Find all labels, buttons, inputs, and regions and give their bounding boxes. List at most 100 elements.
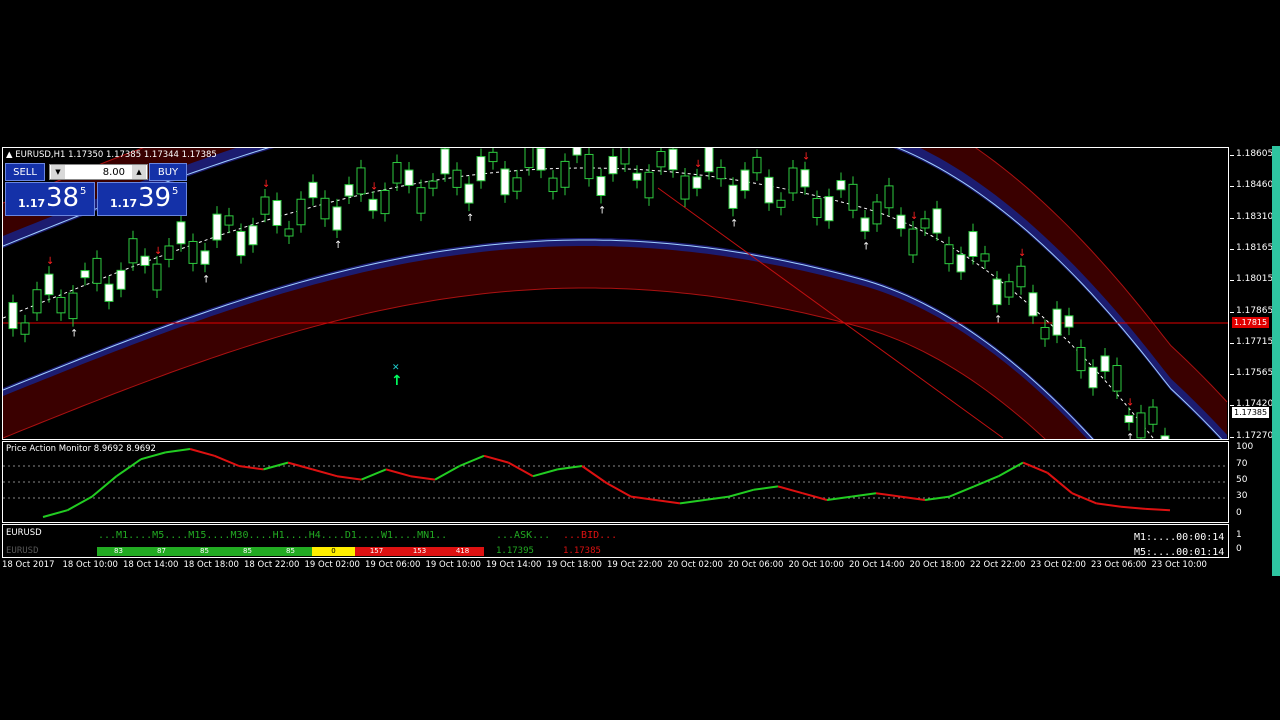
time-axis[interactable]: 18 Oct 2017 18 Oct 10:00 18 Oct 14:00 18 Oc… bbox=[0, 560, 1230, 574]
candle-body bbox=[752, 156, 762, 174]
indicator-line-segment bbox=[1120, 505, 1146, 510]
sell-button[interactable]: SELL bbox=[5, 163, 45, 181]
candle-body bbox=[176, 221, 186, 245]
candle-body bbox=[200, 250, 210, 265]
candle-body bbox=[1064, 315, 1074, 328]
candle-body bbox=[188, 240, 198, 264]
time-axis-label: 22 Oct 22:00 bbox=[970, 560, 1026, 570]
candle-body bbox=[440, 148, 450, 175]
candle-body bbox=[956, 254, 966, 273]
symbol-header-text: EURUSD,H1 1.17350 1.17385 1.17344 1.1738… bbox=[15, 150, 217, 160]
bid-big-digits: 38 bbox=[46, 183, 80, 213]
candle-body bbox=[980, 253, 990, 262]
candle-body bbox=[380, 189, 390, 215]
timer-m1: M1:....00:00:14 bbox=[1134, 532, 1225, 543]
candle-body bbox=[116, 269, 126, 290]
bid-quote[interactable]: 1.17 38 5 bbox=[5, 182, 95, 216]
ask-pip-fraction: 5 bbox=[172, 186, 179, 197]
indicator-scale-label: 0 bbox=[1236, 508, 1242, 518]
timeframe-strength-cell: 87 bbox=[140, 547, 183, 556]
candle-body bbox=[920, 218, 930, 229]
candle-body bbox=[896, 214, 906, 230]
monitor-scale-0: 0 bbox=[1236, 544, 1242, 554]
candle-body bbox=[1124, 414, 1134, 423]
time-axis-label: 20 Oct 18:00 bbox=[909, 560, 965, 570]
candle-body bbox=[620, 148, 630, 165]
lot-size-field[interactable]: ▼ 8.00 ▲ bbox=[49, 164, 148, 180]
bid-price-tag: 1.17385 bbox=[1232, 407, 1270, 418]
indicator-line-segment bbox=[1046, 472, 1073, 494]
indicator-line-segment bbox=[385, 468, 411, 478]
row-symbol: EURUSD bbox=[6, 546, 39, 556]
indicator-line-segment bbox=[875, 492, 901, 498]
timeframe-strength-cell: 418 bbox=[441, 547, 484, 556]
ask-quote[interactable]: 1.17 39 5 bbox=[97, 182, 187, 216]
candle-body bbox=[908, 228, 918, 256]
lot-increase-icon[interactable]: ▲ bbox=[132, 165, 146, 179]
indicator-line-segment bbox=[679, 499, 705, 505]
lot-decrease-icon[interactable]: ▼ bbox=[51, 165, 65, 179]
time-axis-label: 20 Oct 02:00 bbox=[667, 560, 723, 570]
price-scale-label: 1.18605 bbox=[1236, 149, 1274, 159]
indicator-line-segment bbox=[459, 454, 485, 467]
time-axis-label: 19 Oct 06:00 bbox=[365, 560, 421, 570]
candle-body bbox=[644, 171, 654, 199]
indicator-line-segment bbox=[214, 454, 240, 467]
candle-body bbox=[1004, 281, 1014, 298]
candle-body bbox=[572, 148, 582, 156]
price-scale[interactable]: 1.18605 1.18460 1.18310 1.18165 1.18015 1.178… bbox=[1230, 147, 1274, 441]
indicator-line-segment bbox=[557, 465, 583, 471]
candle-body bbox=[1112, 365, 1122, 392]
candle-body bbox=[68, 292, 78, 320]
candle-body bbox=[584, 153, 594, 180]
candle-body bbox=[140, 255, 150, 266]
candle-body bbox=[800, 169, 810, 188]
candle-body bbox=[524, 148, 534, 169]
time-axis-label: 23 Oct 02:00 bbox=[1030, 560, 1086, 570]
price-scale-tick bbox=[1230, 374, 1234, 376]
candle-body bbox=[1016, 265, 1026, 288]
sell-arrow-icon: ↓ bbox=[910, 211, 918, 222]
candle-body bbox=[824, 196, 834, 222]
ask-big-digits: 39 bbox=[138, 183, 172, 213]
ask-label: ...ASK... bbox=[496, 530, 551, 541]
time-axis-label: 18 Oct 14:00 bbox=[123, 560, 179, 570]
price-scale-tick bbox=[1230, 342, 1234, 344]
sell-arrow-icon: ↓ bbox=[802, 152, 810, 163]
candle-body bbox=[836, 180, 846, 191]
price-scale-tick bbox=[1230, 186, 1234, 188]
price-scale-tick bbox=[1230, 436, 1234, 438]
indicator-subwindow[interactable]: Price Action Monitor 8.9692 8.9692 bbox=[2, 441, 1229, 523]
candle-body bbox=[944, 244, 954, 265]
candle-body bbox=[1028, 292, 1038, 317]
timeframe-strength-cell: 85 bbox=[183, 547, 226, 556]
candle-body bbox=[860, 217, 870, 232]
indicator-line-segment bbox=[728, 488, 754, 498]
indicator-scale-label: 100 bbox=[1236, 442, 1254, 452]
time-axis-label: 19 Oct 18:00 bbox=[546, 560, 602, 570]
buy-arrow-icon: ↑ bbox=[730, 218, 738, 229]
candle-body bbox=[1040, 326, 1050, 340]
candle-body bbox=[404, 169, 414, 186]
time-axis-label: 23 Oct 06:00 bbox=[1091, 560, 1147, 570]
candle-body bbox=[608, 155, 618, 175]
price-scale-label: 1.18310 bbox=[1236, 211, 1274, 222]
candle-body bbox=[560, 160, 570, 188]
candle-body bbox=[764, 176, 774, 204]
price-scale-tick bbox=[1230, 280, 1234, 282]
indicator-line-segment bbox=[802, 492, 828, 501]
candle-body bbox=[992, 278, 1002, 306]
candle-body bbox=[332, 206, 342, 231]
indicator-line-segment bbox=[238, 465, 264, 471]
candle-body bbox=[164, 245, 174, 260]
timeframe-strength-cell: 83 bbox=[97, 547, 140, 556]
candle-body bbox=[596, 176, 606, 197]
candle-body bbox=[104, 283, 114, 302]
time-axis-label: 18 Oct 2017 bbox=[2, 560, 55, 570]
candle-body bbox=[512, 177, 522, 192]
lower-channel-band bbox=[3, 246, 1088, 439]
buy-button[interactable]: BUY bbox=[149, 163, 187, 181]
candle-body bbox=[368, 198, 378, 212]
candle-body bbox=[1076, 346, 1086, 372]
lot-size-value[interactable]: 8.00 bbox=[103, 165, 125, 181]
